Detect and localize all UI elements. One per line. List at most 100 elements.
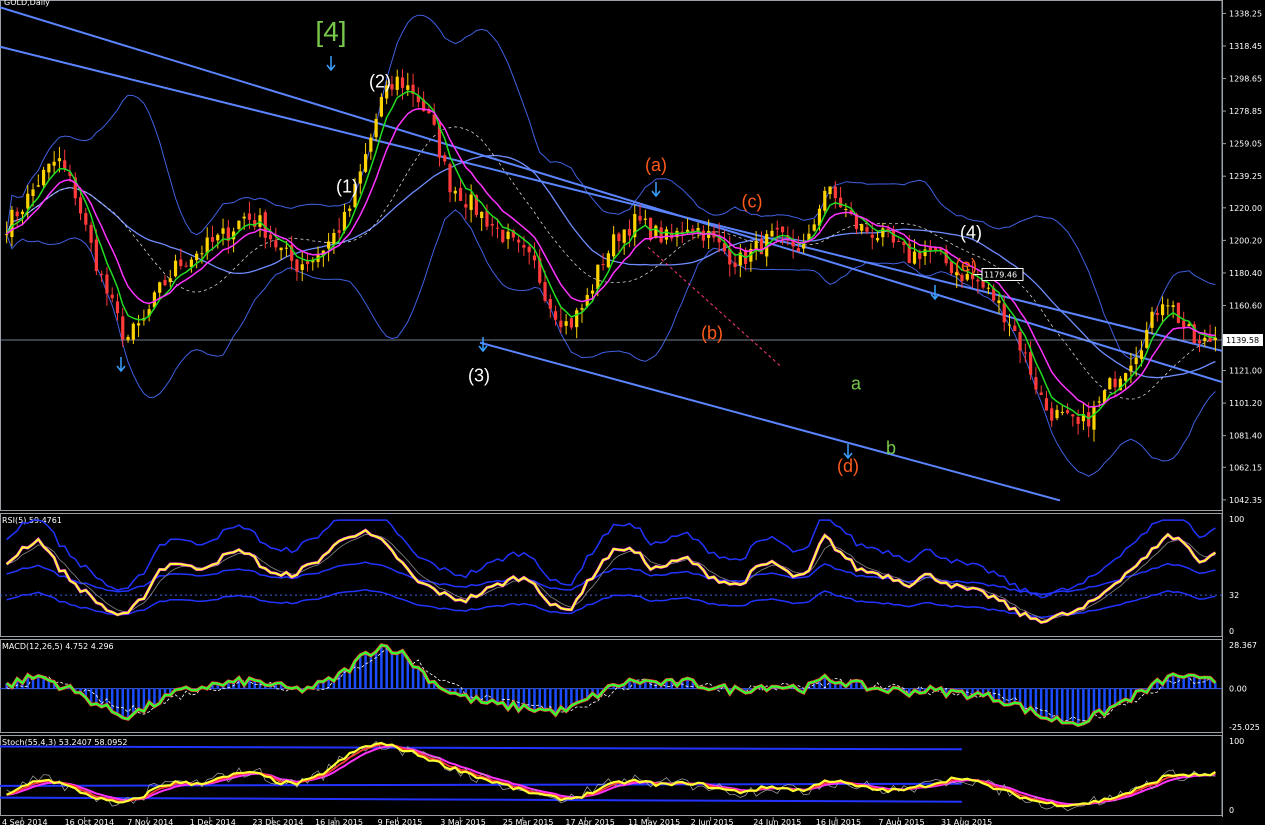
candle-body — [1060, 411, 1064, 413]
candle-body — [543, 282, 547, 301]
price-tick-label: 1259.05 — [1229, 140, 1262, 149]
macd-tick-label: 28.367 — [1229, 641, 1257, 650]
date-tick-label: 3 Mar 2015 — [440, 818, 486, 825]
price-tick-label: 1200.20 — [1229, 236, 1262, 245]
candle-body — [659, 227, 663, 243]
candle-body — [812, 224, 816, 231]
wave-label: (1) — [336, 176, 358, 196]
candle-body — [63, 160, 67, 170]
date-tick-label: 23 Dec 2014 — [252, 818, 303, 825]
candle-body — [627, 228, 632, 236]
candle-body — [1029, 352, 1033, 375]
candle-body — [1197, 340, 1202, 344]
price-tick-label: 1042.35 — [1229, 496, 1262, 505]
candle-body — [100, 273, 104, 275]
stoch-tick-label: 100 — [1229, 737, 1244, 746]
candle-body — [865, 227, 869, 232]
candle-body — [606, 253, 610, 268]
bollinger-upper — [6, 14, 1216, 361]
candle-body — [5, 234, 9, 236]
wave-label: (3) — [468, 365, 490, 385]
candle-body — [1187, 324, 1191, 327]
candle-body — [237, 220, 241, 229]
date-tick-label: 16 Oct 2014 — [65, 818, 114, 825]
candle-body — [47, 163, 51, 173]
candle-body — [136, 323, 141, 326]
candle-body — [638, 215, 642, 221]
candle-body — [1018, 332, 1022, 351]
candle-body — [1013, 325, 1017, 332]
candle-body — [15, 211, 19, 217]
wave-label: (2) — [369, 71, 391, 91]
candle-body — [622, 229, 626, 243]
candle-body — [1182, 320, 1186, 328]
date-tick-label: 4 Sep 2014 — [2, 818, 48, 825]
candle-body — [548, 299, 552, 309]
candle-body — [200, 253, 204, 255]
candle-body — [305, 261, 310, 265]
candle-body — [1097, 401, 1101, 403]
candle-body — [664, 229, 669, 240]
candle-body — [1023, 352, 1027, 354]
rsi-signal-line — [6, 533, 1216, 620]
candle-body — [1129, 365, 1133, 372]
candle-body — [1034, 377, 1038, 390]
candle-body — [1166, 305, 1170, 307]
candle-body — [1203, 337, 1207, 342]
candle-body — [110, 294, 114, 299]
candle-body — [527, 246, 531, 253]
date-tick-label: 1 Dec 2014 — [190, 818, 236, 825]
candle-body — [522, 244, 526, 248]
candle-body — [348, 208, 352, 212]
candle-body — [1002, 303, 1006, 323]
candle-body — [131, 323, 135, 340]
price-tick-label: 1318.45 — [1229, 42, 1262, 51]
rsi-tick-label: 32 — [1229, 591, 1239, 600]
candle-body — [1155, 312, 1159, 315]
stoch-signal-line — [6, 745, 1216, 806]
candle-body — [860, 224, 864, 231]
candle-body — [210, 237, 215, 242]
candle-body — [1065, 410, 1070, 414]
candle-body — [20, 211, 25, 215]
price-tick-label: 1298.65 — [1229, 75, 1262, 84]
date-tick-label: 16 Jan 2015 — [315, 818, 363, 825]
candle-body — [590, 290, 595, 294]
candle-body — [796, 248, 800, 252]
candle-body — [833, 186, 837, 199]
pivot-arrow-icon — [930, 285, 940, 301]
date-tick-label: 9 Feb 2015 — [378, 818, 423, 825]
stoch-tick-label: 0 — [1229, 806, 1234, 815]
candle-body — [1150, 311, 1154, 328]
candle-body — [57, 158, 62, 162]
rsi-tick-label: 0 — [1229, 627, 1234, 636]
candle-body — [823, 190, 827, 211]
price-tick-label: 1338.25 — [1229, 9, 1262, 18]
date-tick-label: 25 Mar 2015 — [503, 818, 554, 825]
candle-body — [94, 239, 98, 272]
panel-frame — [0, 0, 1223, 511]
candle-body — [36, 185, 40, 187]
candle-body — [601, 264, 605, 266]
chart-title: GOLD,Daily — [4, 0, 50, 7]
date-tick-label: 7 Nov 2014 — [127, 818, 173, 825]
trading-chart[interactable]: 1338.25 1318.45 1298.65 1278.85 1259.05 1239.… — [0, 0, 1265, 825]
candle-body — [1044, 398, 1049, 411]
candle-body — [10, 209, 14, 238]
wave-label: [4] — [315, 16, 346, 47]
candle-body — [1134, 357, 1138, 365]
candle-body — [701, 230, 705, 241]
candle-body — [912, 251, 917, 264]
rsi-band-mid — [6, 561, 1216, 596]
candle-body — [891, 229, 895, 243]
candle-body — [163, 279, 167, 286]
candle-body — [569, 318, 574, 328]
ma-slow-line — [6, 108, 1216, 408]
candle-body — [559, 320, 563, 328]
candle-body — [1007, 324, 1012, 326]
price-tick-label: 1062.15 — [1229, 463, 1262, 472]
price-tick-label: 1101.20 — [1229, 399, 1262, 408]
candle-body — [448, 164, 452, 193]
candle-body — [295, 259, 299, 272]
wave-label: (4) — [960, 222, 982, 242]
